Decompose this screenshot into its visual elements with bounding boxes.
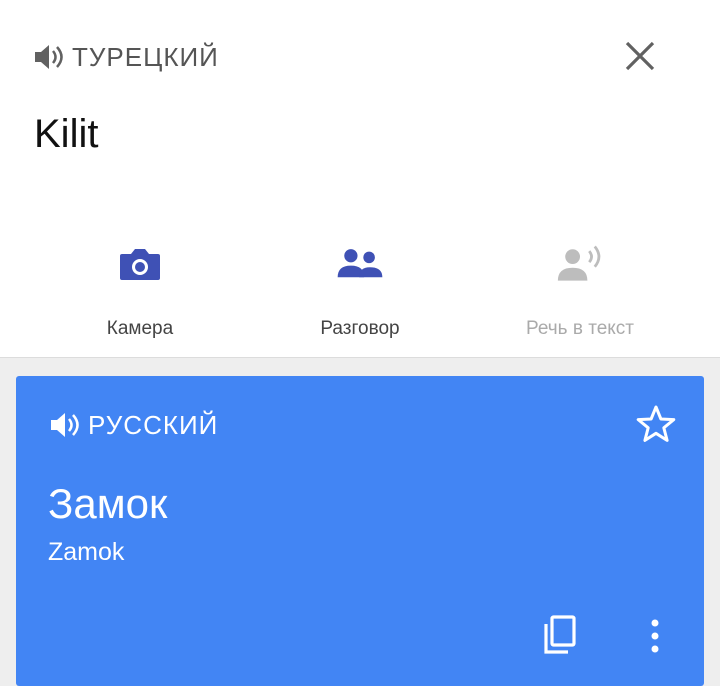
speech-to-text-tool-button[interactable]: Речь в текст [440, 232, 720, 352]
close-button[interactable] [620, 36, 660, 76]
speech-to-text-icon [557, 245, 601, 281]
more-vert-icon [651, 619, 659, 653]
source-panel: ТУРЕЦКИЙ Kilit Камера Разговор Речь в те… [0, 0, 720, 358]
translation-text[interactable]: Замок [48, 480, 167, 528]
target-language-row: РУССКИЙ [48, 408, 218, 442]
speaker-icon[interactable] [48, 410, 82, 440]
input-tools: Камера Разговор Речь в текст [0, 232, 720, 352]
camera-tool-button[interactable]: Камера [0, 232, 280, 352]
conversation-icon [337, 249, 383, 278]
conversation-tool-button[interactable]: Разговор [280, 232, 440, 352]
star-icon [636, 405, 676, 442]
camera-icon [120, 249, 160, 280]
source-language-label[interactable]: ТУРЕЦКИЙ [72, 42, 219, 73]
translation-card: РУССКИЙ Замок Zamok [16, 376, 704, 686]
copy-icon [544, 615, 576, 654]
favorite-button[interactable] [634, 402, 678, 446]
source-language-row: ТУРЕЦКИЙ [32, 40, 219, 74]
source-text[interactable]: Kilit [34, 112, 98, 157]
camera-tool-label: Камера [106, 318, 174, 339]
more-options-button[interactable] [640, 612, 670, 660]
speaker-icon[interactable] [32, 42, 66, 72]
transliteration-text: Zamok [48, 538, 125, 566]
close-icon [625, 41, 655, 71]
target-language-label[interactable]: РУССКИЙ [88, 410, 218, 441]
speech-to-text-tool-label: Речь в текст [525, 318, 634, 339]
copy-button[interactable] [538, 610, 582, 658]
conversation-tool-label: Разговор [320, 318, 400, 339]
